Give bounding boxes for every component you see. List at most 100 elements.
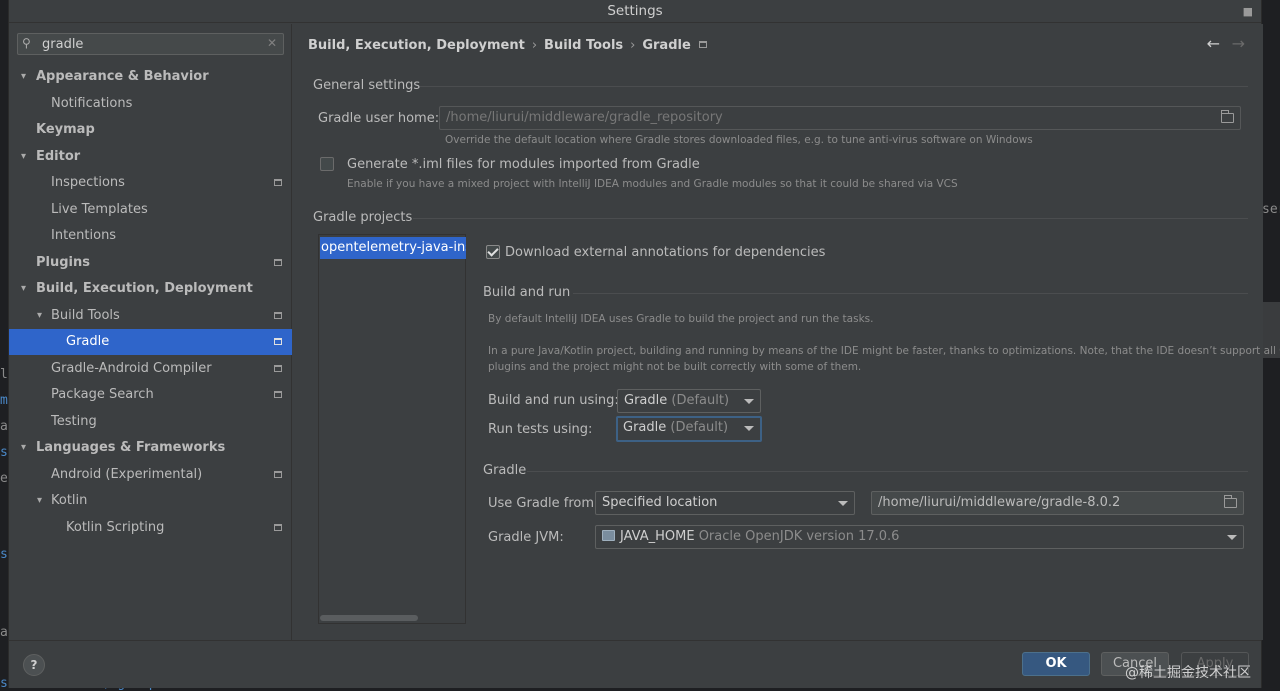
sidebar-item[interactable]: Plugins bbox=[9, 250, 292, 276]
project-level-icon bbox=[274, 471, 282, 478]
dropdown-value: Gradle bbox=[624, 393, 668, 408]
background-left-fragment: a bbox=[0, 625, 8, 640]
gradle-jvm-dropdown[interactable]: JAVA_HOME Oracle OpenJDK version 17.0.6 bbox=[595, 525, 1244, 549]
generate-iml-label: Generate *.iml files for modules importe… bbox=[347, 157, 700, 172]
background-left-fragment: m bbox=[0, 393, 8, 408]
background-left-fragment: a bbox=[0, 419, 8, 434]
chevron-down-icon[interactable]: ▾ bbox=[21, 64, 26, 90]
sidebar-item-label: Android (Experimental) bbox=[51, 467, 203, 482]
sidebar-item-label: Kotlin Scripting bbox=[66, 520, 165, 535]
chevron-down-icon bbox=[744, 426, 754, 431]
close-icon[interactable]: ■ bbox=[1243, 0, 1253, 23]
search-input[interactable]: ⚲ gradle ✕ bbox=[17, 33, 284, 55]
breadcrumb-separator: › bbox=[531, 38, 538, 53]
dropdown-suffix: (Default) bbox=[671, 393, 730, 408]
jvm-detail: Oracle OpenJDK version 17.0.6 bbox=[698, 529, 900, 544]
sidebar-item[interactable]: Gradle-Android Compiler bbox=[9, 356, 292, 382]
section-divider bbox=[527, 471, 1248, 472]
gradle-user-home-field[interactable]: /home/liurui/middleware/gradle_repositor… bbox=[439, 106, 1241, 130]
sidebar-item-label: Build, Execution, Deployment bbox=[36, 281, 253, 296]
sidebar-item[interactable]: Testing bbox=[9, 409, 292, 435]
breadcrumb: Build, Execution, Deployment › Build Tools… bbox=[308, 38, 707, 53]
gradle-user-home-hint: Override the default location where Grad… bbox=[445, 134, 1033, 146]
chevron-down-icon[interactable]: ▾ bbox=[21, 276, 26, 302]
sidebar-item-label: Package Search bbox=[51, 387, 154, 402]
run-tests-using-label: Run tests using: bbox=[488, 422, 593, 437]
list-item[interactable]: opentelemetry-java-instrumentation bbox=[320, 237, 466, 259]
section-divider bbox=[420, 86, 1248, 87]
general-settings-title: General settings bbox=[313, 78, 421, 93]
dropdown-suffix: (Default) bbox=[670, 420, 729, 435]
gradle-user-home-label: Gradle user home: bbox=[318, 111, 440, 126]
background-left-fragment: l bbox=[0, 367, 8, 382]
folder-icon[interactable] bbox=[1224, 495, 1237, 508]
sidebar-item-label: Gradle bbox=[66, 334, 110, 349]
project-level-icon bbox=[274, 391, 282, 398]
jvm-name: JAVA_HOME bbox=[620, 529, 695, 544]
back-arrow-icon[interactable]: ← bbox=[1207, 34, 1220, 53]
background-right-fragment: ser bbox=[1262, 202, 1280, 217]
gradle-user-home-value: /home/liurui/middleware/gradle_repositor… bbox=[446, 110, 723, 125]
chevron-down-icon[interactable]: ▾ bbox=[37, 303, 42, 329]
sidebar-item-label: Editor bbox=[36, 149, 81, 164]
chevron-down-icon bbox=[744, 399, 754, 404]
folder-icon[interactable] bbox=[1221, 110, 1234, 123]
ok-button[interactable]: OK bbox=[1022, 652, 1090, 676]
dialog-title: Settings bbox=[607, 3, 663, 19]
project-level-icon bbox=[274, 365, 282, 372]
gradle-location-field[interactable]: /home/liurui/middleware/gradle-8.0.2 bbox=[871, 491, 1244, 515]
settings-dialog: Settings ■ ⚲ gradle ✕ ▾ Appearance & Beha… bbox=[8, 0, 1280, 688]
dialog-button-bar: ? OK Cancel Apply @稀土掘金技术社区 bbox=[9, 640, 1261, 688]
use-gradle-from-label: Use Gradle from: bbox=[488, 496, 599, 511]
clear-search-icon[interactable]: ✕ bbox=[267, 36, 277, 50]
project-level-icon bbox=[274, 524, 282, 531]
build-and-run-hint: By default IntelliJ IDEA uses Gradle to … bbox=[488, 313, 874, 325]
sidebar-item[interactable]: Android (Experimental) bbox=[9, 462, 292, 488]
sidebar-item[interactable]: ▾ Kotlin bbox=[9, 488, 292, 514]
chevron-down-icon[interactable]: ▾ bbox=[21, 144, 26, 170]
use-gradle-from-dropdown[interactable]: Specified location bbox=[595, 491, 855, 515]
sidebar-item[interactable]: Kotlin Scripting bbox=[9, 515, 292, 541]
project-level-icon bbox=[274, 338, 282, 345]
run-tests-using-dropdown[interactable]: Gradle (Default) bbox=[616, 416, 762, 442]
sidebar-item[interactable]: Package Search bbox=[9, 382, 292, 408]
sidebar-item-label: Inspections bbox=[51, 175, 125, 190]
breadcrumb-item[interactable]: Build Tools bbox=[544, 38, 623, 53]
chevron-down-icon bbox=[838, 501, 848, 506]
sidebar-item[interactable]: Inspections bbox=[9, 170, 292, 196]
sidebar-item[interactable]: ▾ Build Tools bbox=[9, 303, 292, 329]
build-and-run-using-dropdown[interactable]: Gradle (Default) bbox=[617, 389, 761, 413]
sidebar-item[interactable]: ▾ Build, Execution, Deployment bbox=[9, 276, 292, 302]
settings-sidebar: ⚲ gradle ✕ ▾ Appearance & Behavior Notific… bbox=[9, 24, 292, 640]
gradle-projects-list[interactable]: opentelemetry-java-instrumentation bbox=[318, 234, 466, 624]
sidebar-item-label: Appearance & Behavior bbox=[36, 69, 209, 84]
build-and-run-hint: plugins and the project might not be bui… bbox=[488, 361, 862, 373]
build-and-run-hint: In a pure Java/Kotlin project, building … bbox=[488, 345, 1280, 357]
gradle-section-title: Gradle bbox=[483, 463, 527, 478]
chevron-down-icon[interactable]: ▾ bbox=[37, 488, 42, 514]
breadcrumb-item[interactable]: Build, Execution, Deployment bbox=[308, 38, 525, 53]
sidebar-item[interactable]: Gradle bbox=[9, 329, 292, 355]
chevron-down-icon bbox=[1227, 535, 1237, 540]
build-and-run-using-label: Build and run using: bbox=[488, 393, 619, 408]
horizontal-scrollbar[interactable] bbox=[320, 615, 418, 621]
sidebar-item-label: Notifications bbox=[51, 96, 133, 111]
sidebar-item[interactable]: Intentions bbox=[9, 223, 292, 249]
sidebar-item[interactable]: Keymap bbox=[9, 117, 292, 143]
sidebar-item[interactable]: Notifications bbox=[9, 91, 292, 117]
generate-iml-checkbox[interactable] bbox=[320, 157, 334, 171]
sidebar-item[interactable]: Live Templates bbox=[9, 197, 292, 223]
sidebar-item[interactable]: ▾ Editor bbox=[9, 144, 292, 170]
chevron-down-icon[interactable]: ▾ bbox=[21, 435, 26, 461]
download-annotations-checkbox[interactable] bbox=[486, 245, 500, 259]
sidebar-item-label: Intentions bbox=[51, 228, 117, 243]
build-and-run-title: Build and run bbox=[483, 285, 571, 300]
forward-arrow-icon[interactable]: → bbox=[1232, 34, 1245, 53]
download-annotations-label: Download external annotations for depend… bbox=[505, 245, 826, 260]
sidebar-item-label: Keymap bbox=[36, 122, 95, 137]
help-button[interactable]: ? bbox=[23, 654, 45, 676]
sidebar-item[interactable]: ▾ Appearance & Behavior bbox=[9, 64, 292, 90]
sidebar-item[interactable]: ▾ Languages & Frameworks bbox=[9, 435, 292, 461]
sidebar-item-label: Plugins bbox=[36, 255, 90, 270]
search-value: gradle bbox=[42, 37, 84, 52]
